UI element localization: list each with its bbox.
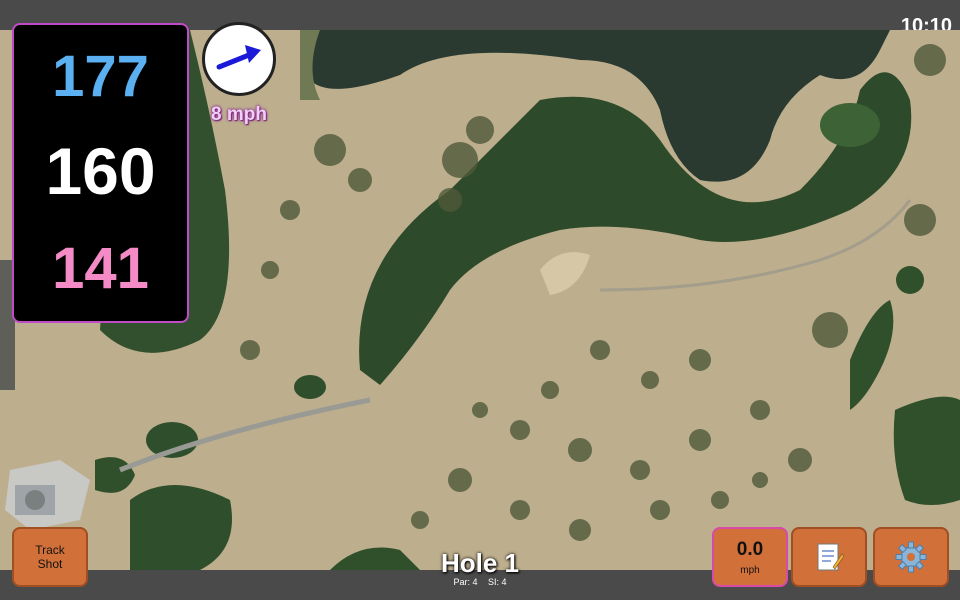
hole-stroke-index: SI: 4 [488, 577, 507, 587]
arrow-icon [216, 45, 261, 70]
speed-unit: mph [740, 564, 760, 576]
wind-speed: 8 mph [211, 104, 267, 125]
wind-direction-indicator [202, 22, 276, 96]
track-shot-button[interactable]: Track Shot [12, 527, 88, 587]
notes-button[interactable] [791, 527, 867, 587]
hole-par: Par: 4 [453, 577, 478, 587]
gear-icon [895, 541, 927, 573]
speed-button[interactable]: 0.0 mph [712, 527, 788, 587]
back-yardage: 177 [52, 44, 149, 109]
middle-yardage: 160 [45, 134, 156, 208]
notepad-icon [817, 543, 845, 571]
speed-value: 0.0 [736, 538, 764, 560]
settings-button[interactable] [873, 527, 949, 587]
track-shot-label: Track Shot [35, 543, 65, 571]
hole-title: Hole 1 [440, 548, 520, 578]
hole-info: Par: 4 SI: 4 [380, 577, 580, 587]
yardage-panel: 177 160 141 [12, 23, 189, 323]
front-yardage: 141 [52, 236, 149, 301]
